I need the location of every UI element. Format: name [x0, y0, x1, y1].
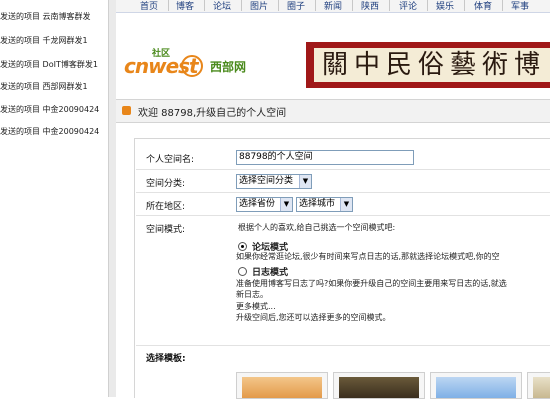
nav-circles[interactable]: 圈子 [287, 0, 305, 12]
list-item[interactable]: 发送的项目 西部网群发1 [0, 81, 108, 92]
space-mode-label: 空间模式: [146, 225, 186, 235]
template-thumbnail-1[interactable] [236, 372, 328, 399]
nav-pictures[interactable]: 图片 [250, 0, 268, 12]
template-label: 选择模板: [146, 354, 186, 364]
city-value: 选择城市 [299, 199, 336, 209]
left-task-list: 发送的项目 云南博客群发 发送的项目 千龙网群发1 发送的项目 DoIT博客群发… [0, 0, 109, 397]
city-select[interactable]: 选择城市 ▼ [296, 197, 353, 212]
template-thumbnail-3[interactable] [430, 372, 522, 399]
nav-comments[interactable]: 评论 [399, 0, 417, 12]
nav-divider [502, 0, 503, 11]
upgrade-space-form [134, 138, 550, 398]
blog-mode-radio[interactable] [238, 267, 247, 276]
top-nav-bar: 首页 博客 论坛 图片 圈子 新闻 陕西 评论 娱乐 体育 军事 [116, 0, 550, 13]
row-divider [136, 169, 550, 170]
row-divider [136, 345, 550, 346]
space-name-label: 个人空间名: [146, 155, 195, 165]
banner-text: 關中民俗藝術博 [314, 48, 550, 82]
template-preview-image [436, 377, 516, 398]
nav-shaanxi[interactable]: 陕西 [361, 0, 379, 12]
cnwest-logo[interactable]: 社区 cnwest 西部网 [124, 49, 264, 82]
space-name-input[interactable]: 88798的个人空间 [236, 150, 414, 165]
template-preview-image [242, 377, 322, 398]
logo-brand-text: cnwest [124, 54, 199, 78]
template-preview-image [339, 377, 419, 398]
nav-divider [352, 0, 353, 11]
banner-ad[interactable]: 關中民俗藝術博 [306, 42, 550, 88]
template-thumbnail-4[interactable] [527, 372, 550, 399]
space-mode-hint: 根据个人的喜欢,给自己挑选一个空间模式吧: [238, 223, 396, 232]
chevron-down-icon[interactable]: ▼ [299, 175, 311, 188]
province-select[interactable]: 选择省份 ▼ [236, 197, 293, 212]
nav-entertainment[interactable]: 娱乐 [436, 0, 454, 12]
row-divider [136, 215, 550, 216]
more-modes-link[interactable]: 更多模式... [236, 301, 276, 312]
space-category-label: 空间分类: [146, 179, 186, 189]
nav-divider [464, 0, 465, 11]
welcome-bar: 欢迎 88798,升级自己的个人空间 [116, 99, 550, 123]
more-modes-desc: 升级空间后,您还可以选择更多的空间模式。 [236, 313, 391, 322]
nav-divider [278, 0, 279, 11]
list-item[interactable]: 发送的项目 DoIT博客群发1 [0, 59, 108, 70]
template-thumbnail-2[interactable] [333, 372, 425, 399]
nav-military[interactable]: 军事 [511, 0, 529, 12]
nav-home[interactable]: 首页 [140, 0, 158, 12]
row-divider [136, 192, 550, 193]
vertical-scrollbar[interactable] [108, 0, 116, 397]
space-category-value: 选择空间分类 [239, 176, 294, 186]
list-item[interactable]: 发送的项目 千龙网群发1 [0, 35, 108, 46]
nav-sports[interactable]: 体育 [474, 0, 492, 12]
blog-mode-desc: 准备使用博客写日志了吗?如果你要升级自己的空间主要用来写日志的话,就选 [236, 279, 507, 288]
welcome-icon [122, 106, 131, 115]
nav-divider [315, 0, 316, 11]
space-category-select[interactable]: 选择空间分类 ▼ [236, 174, 312, 189]
blog-mode-title[interactable]: 日志模式 [252, 265, 288, 278]
nav-blog[interactable]: 博客 [176, 0, 194, 12]
nav-divider [204, 0, 205, 11]
list-item[interactable]: 发送的项目 云南博客群发 [0, 11, 108, 22]
list-item[interactable]: 发送的项目 中金20090424 [0, 104, 108, 115]
region-label: 所在地区: [146, 202, 186, 212]
nav-forum[interactable]: 论坛 [213, 0, 231, 12]
chevron-down-icon[interactable]: ▼ [280, 198, 292, 211]
nav-divider [241, 0, 242, 11]
province-value: 选择省份 [239, 199, 276, 209]
nav-divider [168, 0, 169, 11]
forum-mode-desc: 如果你经常逛论坛,很少有时间来写点日志的话,那就选择论坛模式吧,你的空 [236, 252, 500, 261]
nav-divider [389, 0, 390, 11]
blog-mode-desc-cont: 新日志。 [236, 290, 268, 299]
logo-cn-name: 西部网 [210, 60, 247, 74]
list-item[interactable]: 发送的项目 中金20090424 [0, 126, 108, 137]
nav-news[interactable]: 新闻 [324, 0, 342, 12]
template-preview-image [533, 377, 550, 398]
nav-divider [427, 0, 428, 11]
forum-mode-radio[interactable] [238, 242, 247, 251]
chevron-down-icon[interactable]: ▼ [340, 198, 352, 211]
welcome-text: 欢迎 88798,升级自己的个人空间 [138, 108, 287, 119]
